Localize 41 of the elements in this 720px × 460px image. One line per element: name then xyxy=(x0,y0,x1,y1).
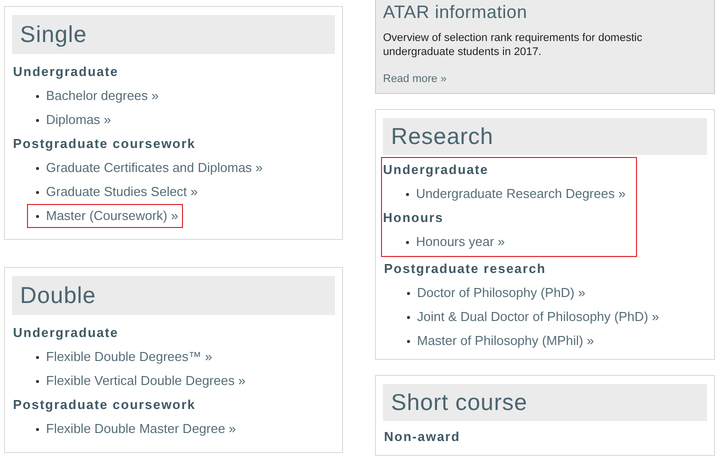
link[interactable]: Flexible Vertical Double Degrees » xyxy=(46,373,246,389)
section-heading: Non-award xyxy=(383,428,462,446)
card-title: Research xyxy=(383,118,707,155)
link[interactable]: Flexible Double Degrees™ » xyxy=(46,349,212,365)
bullet-icon xyxy=(406,192,409,196)
link[interactable]: Honours year » xyxy=(416,234,505,250)
link[interactable]: Joint & Dual Doctor of Philosophy (PhD) » xyxy=(417,309,660,325)
bullet-icon xyxy=(36,94,39,98)
card-title: Single xyxy=(12,15,335,54)
card-description: Overview of selection rank requirements for domestic undergraduate students in 2017. xyxy=(383,31,644,59)
link[interactable]: Flexible Double Master Degree » xyxy=(46,421,236,437)
bullet-icon xyxy=(36,380,39,382)
bullet-icon xyxy=(407,316,410,318)
section-heading: Postgraduate coursework xyxy=(12,135,197,153)
section-heading: Undergraduate xyxy=(12,324,120,342)
read-more-link[interactable]: Read more » xyxy=(383,73,447,85)
link[interactable]: Master of Philosophy (MPhil) » xyxy=(417,333,594,349)
link[interactable]: Graduate Studies Select » xyxy=(46,184,198,200)
bullet-icon xyxy=(407,292,410,294)
bullet-icon xyxy=(36,356,39,358)
section-heading: Undergraduate xyxy=(12,63,120,81)
card-title: Short course xyxy=(383,384,707,421)
section-heading: Postgraduate research xyxy=(383,260,547,278)
bullet-icon xyxy=(36,118,39,122)
link[interactable]: Doctor of Philosophy (PhD) » xyxy=(417,285,586,301)
card-title: ATAR information xyxy=(383,2,528,23)
bullet-icon xyxy=(407,340,410,342)
link[interactable]: Diplomas » xyxy=(46,112,112,128)
bullet-icon xyxy=(36,214,39,218)
bullet-icon xyxy=(36,190,39,194)
section-heading: Postgraduate coursework xyxy=(12,396,197,414)
bullet-icon xyxy=(406,240,409,244)
bullet-icon xyxy=(36,166,39,170)
link[interactable]: Master (Coursework) » xyxy=(46,208,178,224)
bullet-icon xyxy=(36,428,39,430)
section-heading: Undergraduate xyxy=(382,161,490,179)
card-title: Double xyxy=(12,276,335,315)
section-heading: Honours xyxy=(382,209,444,227)
link[interactable]: Undergraduate Research Degrees » xyxy=(416,186,626,202)
link[interactable]: Graduate Certificates and Diplomas » xyxy=(46,160,263,176)
link[interactable]: Bachelor degrees » xyxy=(46,88,159,104)
